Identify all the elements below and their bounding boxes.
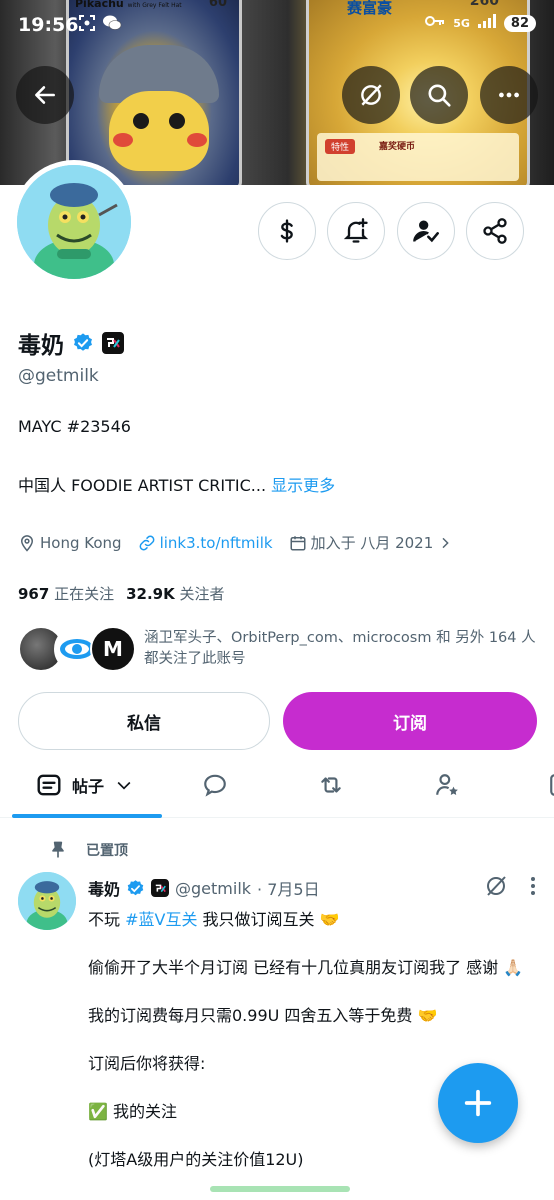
tab-posts[interactable]: 帖子 xyxy=(36,772,134,798)
bell-plus-icon xyxy=(343,218,369,243)
media-icon xyxy=(550,774,554,796)
post-paragraph: 偷偷开了大半个月订阅 已经有十几位真朋友订阅我了 感谢 🙏🏻 xyxy=(88,958,524,977)
scan-icon xyxy=(78,14,96,36)
post-author-handle[interactable]: @getmilk xyxy=(175,879,251,898)
arrow-left-icon xyxy=(35,86,55,104)
show-more-link[interactable]: 显示更多 xyxy=(271,476,335,495)
profile-tabs: 帖子 xyxy=(0,760,554,818)
share-icon xyxy=(483,218,507,244)
status-notification-icons xyxy=(78,14,122,36)
followers-stat[interactable]: 32.9K 关注者 xyxy=(126,583,224,604)
share-button[interactable] xyxy=(466,202,524,260)
battery-level: 82 xyxy=(503,14,536,32)
subscriptions-icon xyxy=(436,774,458,795)
location-pin-icon xyxy=(20,534,34,552)
tab-subscriptions[interactable] xyxy=(434,772,460,798)
tip-button[interactable] xyxy=(258,202,316,260)
search-button[interactable] xyxy=(410,66,468,124)
post-author-avatar[interactable] xyxy=(18,872,76,930)
status-time: 19:56 xyxy=(18,14,79,36)
join-date[interactable]: 加入于 八月 2021 xyxy=(289,532,454,553)
chevron-down-icon xyxy=(117,781,131,790)
bio-text: 中国人 FOODIE ARTIST CRITIC... xyxy=(18,476,267,495)
ape-avatar-image xyxy=(18,872,76,930)
hashtag-link[interactable]: #蓝V互关 xyxy=(125,910,197,929)
card-right-ability: 嘉奖硬币 xyxy=(379,142,416,152)
message-button[interactable]: 私信 xyxy=(18,692,270,750)
follower-avatar: M xyxy=(90,626,136,672)
more-vertical-icon xyxy=(531,877,535,895)
profile-name-row: 毒奶 xyxy=(18,326,124,360)
subscribe-button[interactable]: 订阅 xyxy=(283,692,537,750)
tab-reposts[interactable] xyxy=(318,772,344,798)
card-right-tag: 特性 xyxy=(325,139,356,154)
verified-badge-icon[interactable] xyxy=(72,332,94,354)
affiliate-badge-icon xyxy=(151,879,170,897)
post-paragraph: (灯塔A级用户的关注价值12U) xyxy=(88,1150,304,1169)
tab-replies[interactable] xyxy=(202,772,228,798)
grok-icon xyxy=(487,876,506,896)
post-tools xyxy=(484,874,536,902)
verified-badge-icon xyxy=(126,879,145,898)
following-status-button[interactable] xyxy=(397,202,455,260)
post-author-name[interactable]: 毒奶 xyxy=(88,876,120,900)
ape-avatar-image xyxy=(17,165,131,279)
dollar-icon xyxy=(280,219,293,243)
follow-stats: 967 正在关注 32.9K 关注者 xyxy=(18,583,225,604)
followers-you-know-text: 涵卫军头子、OrbitPerp_com、microcosm 和 另外 164 人… xyxy=(144,630,536,667)
pinned-indicator: 已置顶 xyxy=(48,840,128,860)
more-options-button[interactable] xyxy=(480,66,538,124)
grok-button[interactable] xyxy=(484,874,508,902)
post-header: 毒奶 @getmilk · 7月5日 xyxy=(88,876,320,900)
tab-more-partial[interactable] xyxy=(548,772,554,798)
key-icon xyxy=(425,15,445,31)
gesture-bar xyxy=(210,1186,350,1192)
post-date[interactable]: · 7月5日 xyxy=(257,876,320,900)
signal-icon xyxy=(477,14,496,32)
network-type: 5G xyxy=(453,16,470,30)
post-paragraph: 不玩 #蓝V互关 我只做订阅互关 🤝 xyxy=(88,910,340,929)
more-horizontal-icon xyxy=(499,92,519,98)
chevron-right-icon xyxy=(442,537,449,548)
bio-line-2: 中国人 FOODIE ARTIST CRITIC... 显示更多 xyxy=(18,472,335,496)
wechat-icon xyxy=(102,14,122,36)
post-paragraph: 我的订阅费每月只需0.99U 四舍五入等于免费 🤝 xyxy=(88,1006,438,1025)
search-icon xyxy=(428,84,451,107)
profile-avatar[interactable] xyxy=(12,160,136,284)
pin-icon xyxy=(52,841,64,858)
post-body: 不玩 #蓝V互关 我只做订阅互关 🤝 偷偷开了大半个月订阅 已经有十几位真朋友订… xyxy=(88,906,534,1194)
profile-name: 毒奶 xyxy=(18,333,64,359)
link-icon xyxy=(139,535,154,550)
bio-line-1: MAYC #23546 xyxy=(18,417,131,436)
status-bar: 19:56 5G 82 xyxy=(0,0,554,52)
status-system-icons: 5G 82 xyxy=(425,14,536,32)
grok-button[interactable] xyxy=(342,66,400,124)
notifications-button[interactable] xyxy=(327,202,385,260)
user-check-icon xyxy=(413,220,439,243)
plus-icon xyxy=(464,1089,492,1117)
back-button[interactable] xyxy=(16,66,74,124)
calendar-icon xyxy=(290,535,306,550)
website[interactable]: link3.to/nftmilk xyxy=(138,534,273,552)
profile-meta-row: Hong Kong link3.to/nftmilk 加入于 八月 2021 xyxy=(18,532,469,553)
following-stat[interactable]: 967 正在关注 xyxy=(18,583,114,604)
posts-icon xyxy=(37,774,61,796)
grok-icon xyxy=(361,84,382,106)
followers-you-know[interactable]: M 涵卫军头子、OrbitPerp_com、microcosm 和 另外 164… xyxy=(18,624,538,674)
reposts-icon xyxy=(321,777,341,793)
active-tab-indicator xyxy=(12,814,162,818)
face-shape xyxy=(109,91,209,171)
replies-icon xyxy=(204,774,226,797)
affiliate-badge-icon[interactable] xyxy=(102,332,124,354)
post-more-button[interactable] xyxy=(530,876,536,900)
profile-handle: @getmilk xyxy=(18,366,99,386)
location: Hong Kong xyxy=(18,534,122,552)
compose-button[interactable] xyxy=(438,1063,518,1143)
